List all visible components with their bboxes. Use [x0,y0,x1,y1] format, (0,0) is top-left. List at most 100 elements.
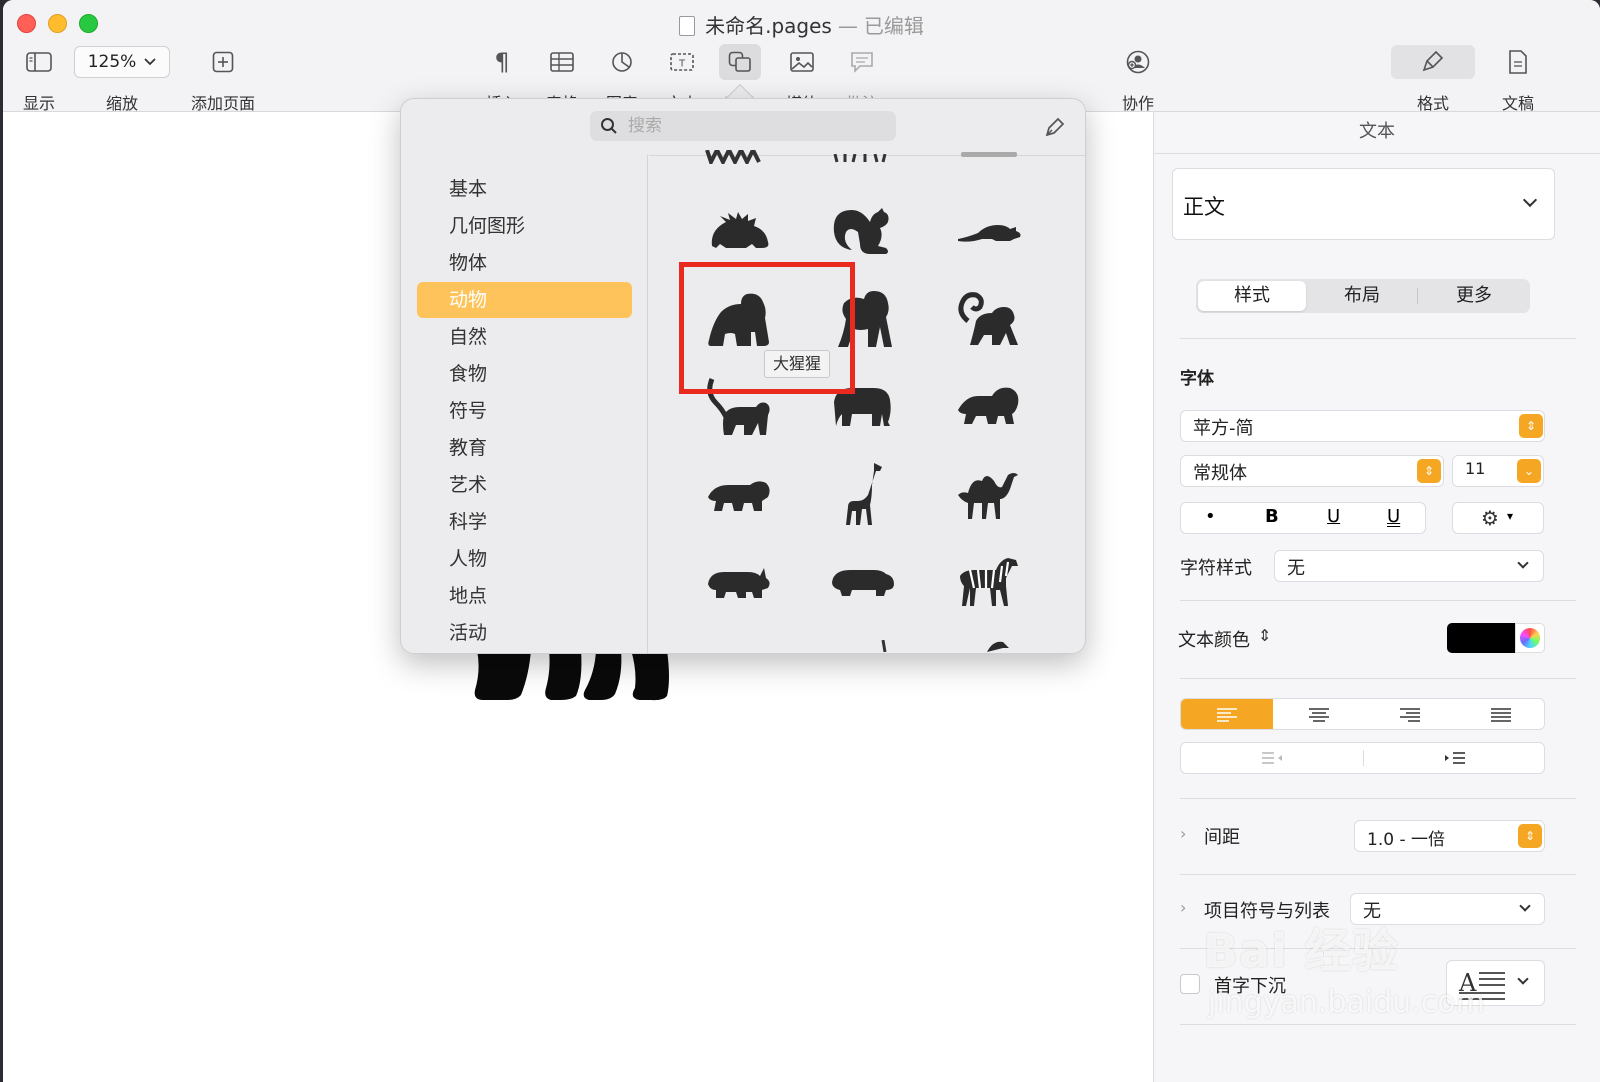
comment-icon [841,44,883,80]
chevron-updown-icon: ⇕ [1258,626,1272,645]
paragraph-style-select[interactable]: 正文 [1172,168,1555,240]
color-wheel-icon [1520,628,1540,648]
inspector-tabs: 样式 布局 更多 [1196,279,1530,313]
justify-icon [1490,708,1511,722]
shape-monkey[interactable] [939,280,1039,360]
shape-porcupine[interactable] [689,192,789,272]
shape-category-list: 基本 几何图形 物体 动物 自然 食物 符号 教育 艺术 科学 人物 地点 活动 [401,155,648,653]
align-left-button[interactable] [1181,699,1273,729]
tab-layout[interactable]: 布局 [1308,281,1416,311]
inserted-animal-shape[interactable] [471,650,671,702]
bullet-dot-icon[interactable]: • [1205,506,1216,527]
chevron-down-icon [144,58,156,66]
spacing-label: 间距 [1204,827,1240,848]
shape-search-field[interactable] [590,111,896,141]
chevron-down-icon: ⌄ [1517,459,1541,483]
zoom-control[interactable]: 125% 缩放 [74,44,170,114]
paintbrush-icon [1391,45,1475,79]
category-arts[interactable]: 艺术 [417,467,632,503]
tab-more[interactable]: 更多 [1420,281,1528,311]
color-picker-button[interactable] [1515,623,1545,653]
font-family-select[interactable]: 苹方-简 ⇕ [1180,410,1545,442]
category-symbols[interactable]: 符号 [417,393,632,429]
char-style-label: 字符样式 [1180,558,1252,579]
shape-zebra[interactable] [939,542,1039,622]
shape-partial-bottom [881,640,887,652]
align-center-button[interactable] [1273,699,1364,729]
rhinoceros-icon [708,568,770,598]
shape-partial-top [961,152,1017,157]
zebra-icon [960,558,1018,606]
image-icon [781,44,823,80]
align-center-icon [1308,708,1329,722]
hippopotamus-icon [832,570,894,596]
edit-status: 已编辑 [863,14,924,38]
text-color-label: 文本颜色 [1178,630,1250,651]
collaborate-button[interactable]: 协作 [1113,44,1163,114]
shape-lion[interactable] [939,366,1039,446]
char-style-select[interactable]: 无 [1274,550,1544,582]
category-science[interactable]: 科学 [417,504,632,540]
category-geometry[interactable]: 几何图形 [417,208,632,244]
shape-tiger[interactable] [689,454,789,534]
tab-divider [1417,288,1418,304]
bold-button[interactable]: B [1265,506,1279,527]
spacing-value: 1.0 - 一倍 [1367,830,1445,850]
underline-button[interactable]: U [1327,506,1340,527]
category-activities[interactable]: 活动 [417,615,632,651]
paragraph-style-value: 正文 [1183,195,1225,219]
document-button[interactable]: 文稿 [1497,44,1539,114]
shape-squirrel[interactable] [813,192,913,272]
text-options-button[interactable]: ⚙ ▾ [1452,502,1544,534]
decrease-indent-button[interactable] [1181,743,1363,773]
mouse-icon [958,225,1021,242]
document-icon [1497,44,1539,80]
font-size-field[interactable]: 11 ⌄ [1452,455,1544,487]
format-button[interactable]: 格式 [1391,44,1475,114]
category-people[interactable]: 人物 [417,541,632,577]
double-underline-button[interactable]: U [1387,506,1400,527]
chevron-right-icon[interactable]: › [1180,824,1186,843]
gear-icon: ⚙ [1481,506,1499,530]
shape-giraffe[interactable] [813,454,913,534]
section-divider [1180,798,1576,799]
window-title: 未命名.pages — 已编辑 [3,10,1600,39]
shape-camel[interactable] [939,454,1039,534]
pages-window: 未命名.pages—已编辑 显示 125% 缩放 添加页面 ¶ 插入 [3,0,1600,1082]
increase-indent-button[interactable] [1364,743,1546,773]
category-objects[interactable]: 物体 [417,245,632,281]
indent-buttons [1180,742,1545,774]
category-animals[interactable]: 动物 [417,282,632,318]
shape-mouse[interactable] [939,192,1039,272]
chevron-down-icon: ▾ [1507,509,1514,523]
font-weight-value: 常规体 [1193,463,1247,484]
shape-partial-bottom [987,641,1009,652]
category-education[interactable]: 教育 [417,430,632,466]
chevron-down-icon [1517,557,1529,569]
font-weight-select[interactable]: 常规体 ⇕ [1180,455,1444,487]
category-food[interactable]: 食物 [417,356,632,392]
text-color-well[interactable] [1447,623,1515,653]
shape-partial-top [833,154,887,163]
align-right-button[interactable] [1364,699,1455,729]
zoom-select[interactable]: 125% [74,46,170,78]
shape-rhinoceros[interactable] [689,542,789,622]
add-page-button[interactable]: 添加页面 [183,44,263,114]
category-places[interactable]: 地点 [417,578,632,614]
category-nature[interactable]: 自然 [417,319,632,355]
section-divider [1180,1024,1576,1025]
shape-hippopotamus[interactable] [813,542,913,622]
pen-icon[interactable] [1043,115,1067,139]
zoom-label: 缩放 [105,94,138,113]
justify-button[interactable] [1455,699,1544,729]
drop-cap-checkbox[interactable] [1180,974,1200,994]
view-button[interactable]: 显示 [21,44,57,114]
char-style-value: 无 [1287,558,1305,579]
spacing-select[interactable]: 1.0 - 一倍 ⇕ [1354,820,1545,852]
shape-search-input[interactable] [628,113,878,139]
baidu-watermark: Bai 经验 [1203,924,1399,978]
chevron-right-icon[interactable]: › [1180,898,1186,917]
section-divider [1180,600,1576,601]
category-basic[interactable]: 基本 [417,171,632,207]
tab-style[interactable]: 样式 [1198,281,1306,311]
